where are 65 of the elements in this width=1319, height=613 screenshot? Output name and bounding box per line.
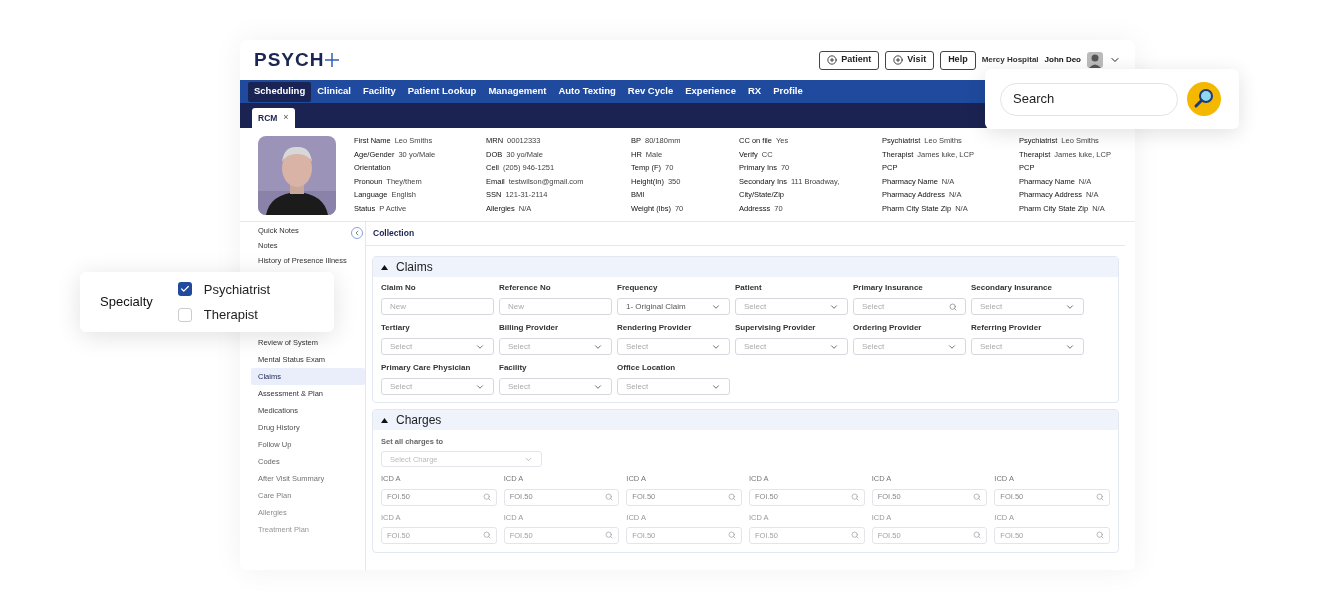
caret-up-icon <box>381 417 388 423</box>
section-title: Charges <box>396 412 442 429</box>
field-label: Facility <box>499 362 528 374</box>
field-label: Primary Care Physician <box>381 362 472 374</box>
check-icon <box>179 284 190 295</box>
nav-tab[interactable]: Rev Cycle <box>621 81 680 102</box>
search-icon <box>482 531 491 540</box>
avatar <box>1087 52 1103 68</box>
search-icon <box>949 302 957 311</box>
nav-tab[interactable]: RX <box>741 81 768 102</box>
help-button[interactable]: Help <box>940 50 976 70</box>
search-icon <box>482 493 491 501</box>
search-icon <box>1096 531 1104 540</box>
field-label: Claim No <box>381 282 417 294</box>
chevron-left-icon <box>353 229 361 237</box>
field-label: Frequency <box>617 282 659 294</box>
field-label: Referring Provider <box>971 322 1043 334</box>
facility-name: Mercy Hospital <box>981 54 1039 66</box>
search-icon <box>728 493 736 501</box>
search-icon <box>1096 493 1104 501</box>
collapse-button[interactable] <box>351 227 363 239</box>
field-label: Ordering Provider <box>853 322 923 334</box>
search-icon <box>973 531 982 540</box>
magnifier-icon[interactable] <box>1187 82 1221 116</box>
plus-icon <box>325 53 340 67</box>
field-label: Tertiary <box>381 322 411 334</box>
content-title: Collection <box>373 227 415 240</box>
checkbox[interactable] <box>177 282 192 297</box>
nav-tab[interactable]: Profile <box>767 81 809 102</box>
field-label: Billing Provider <box>499 322 560 334</box>
user-name: John Deo <box>1044 54 1081 66</box>
search-icon <box>973 493 982 501</box>
open-tab[interactable]: RCM × <box>252 108 295 128</box>
add-button[interactable]: Patient <box>819 50 880 70</box>
checkbox[interactable] <box>177 307 192 322</box>
nav-tab[interactable]: Patient Lookup <box>401 81 483 102</box>
search-icon <box>850 531 859 540</box>
nav-tab[interactable]: Facility <box>357 81 402 102</box>
caret-up-icon <box>381 264 388 270</box>
search-icon <box>605 493 614 501</box>
section-header[interactable]: Charges <box>373 410 1118 430</box>
nav-tab[interactable]: Clinical <box>311 81 357 102</box>
nav-tab[interactable]: Scheduling <box>248 81 312 102</box>
section-header[interactable]: Claims <box>373 257 1118 277</box>
nav-tab[interactable]: Experience <box>679 81 742 102</box>
field-label: Office Location <box>617 362 677 374</box>
field-label: Secondary Insurance <box>971 282 1053 294</box>
option-label: Psychiatrist <box>203 280 271 299</box>
search-icon <box>605 531 614 540</box>
nav-tab[interactable]: Auto Texting <box>552 81 622 102</box>
logo: PSYCH <box>254 45 340 75</box>
search-icon <box>728 531 736 540</box>
field-label: Supervising Provider <box>735 322 817 334</box>
close-icon[interactable]: × <box>283 111 289 125</box>
add-button[interactable]: Visit <box>885 50 935 70</box>
specialty-label: Specialty <box>100 293 153 312</box>
field-label: Rendering Provider <box>617 322 693 334</box>
search-icon <box>850 493 859 501</box>
field-label: Primary Insurance <box>853 282 924 294</box>
nav-tab[interactable]: Management <box>482 81 553 102</box>
option-label: Therapist <box>203 306 258 324</box>
section-title: Claims <box>396 259 433 276</box>
field-label: Patient <box>735 282 763 294</box>
select-field[interactable]: 1- Original Claim <box>617 298 730 315</box>
field-label: Reference No <box>499 282 552 294</box>
